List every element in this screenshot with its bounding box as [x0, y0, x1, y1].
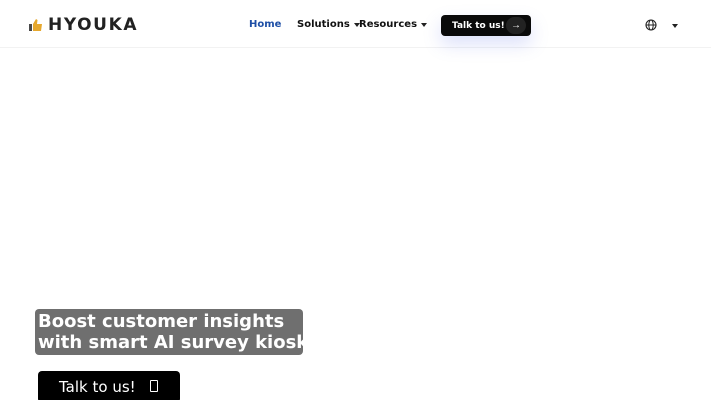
site-header: HYOUKA Home Solutions Resources Talk to …: [0, 0, 711, 48]
nav-item-solutions[interactable]: Solutions: [297, 19, 360, 30]
hero-title: Boost customer insights with smart AI su…: [35, 309, 309, 355]
brand-logo[interactable]: HYOUKA: [28, 15, 138, 35]
nav-item-label: Resources: [359, 19, 418, 30]
language-dropdown-chevron-icon[interactable]: [672, 24, 678, 28]
hero-title-line-1: Boost customer insights: [38, 311, 285, 332]
nav-item-label: Solutions: [297, 19, 350, 30]
hero-talk-label: Talk to us!: [59, 378, 136, 396]
chevron-down-icon: [421, 22, 428, 27]
phone-icon: [150, 380, 158, 392]
nav-item-resources[interactable]: Resources: [359, 19, 428, 30]
header-talk-button[interactable]: Talk to us! →: [441, 15, 531, 36]
globe-icon[interactable]: [645, 19, 657, 31]
hero-title-line-2: with smart AI survey kiosk: [38, 332, 309, 353]
hero-talk-button[interactable]: Talk to us!: [38, 371, 180, 400]
header-talk-label: Talk to us!: [452, 20, 505, 31]
nav-item-home[interactable]: Home: [249, 19, 281, 30]
arrow-right-icon: →: [506, 17, 526, 34]
nav-item-label: Home: [249, 19, 282, 30]
brand-name: HYOUKA: [48, 15, 139, 35]
thumbs-up-icon: [29, 19, 42, 31]
